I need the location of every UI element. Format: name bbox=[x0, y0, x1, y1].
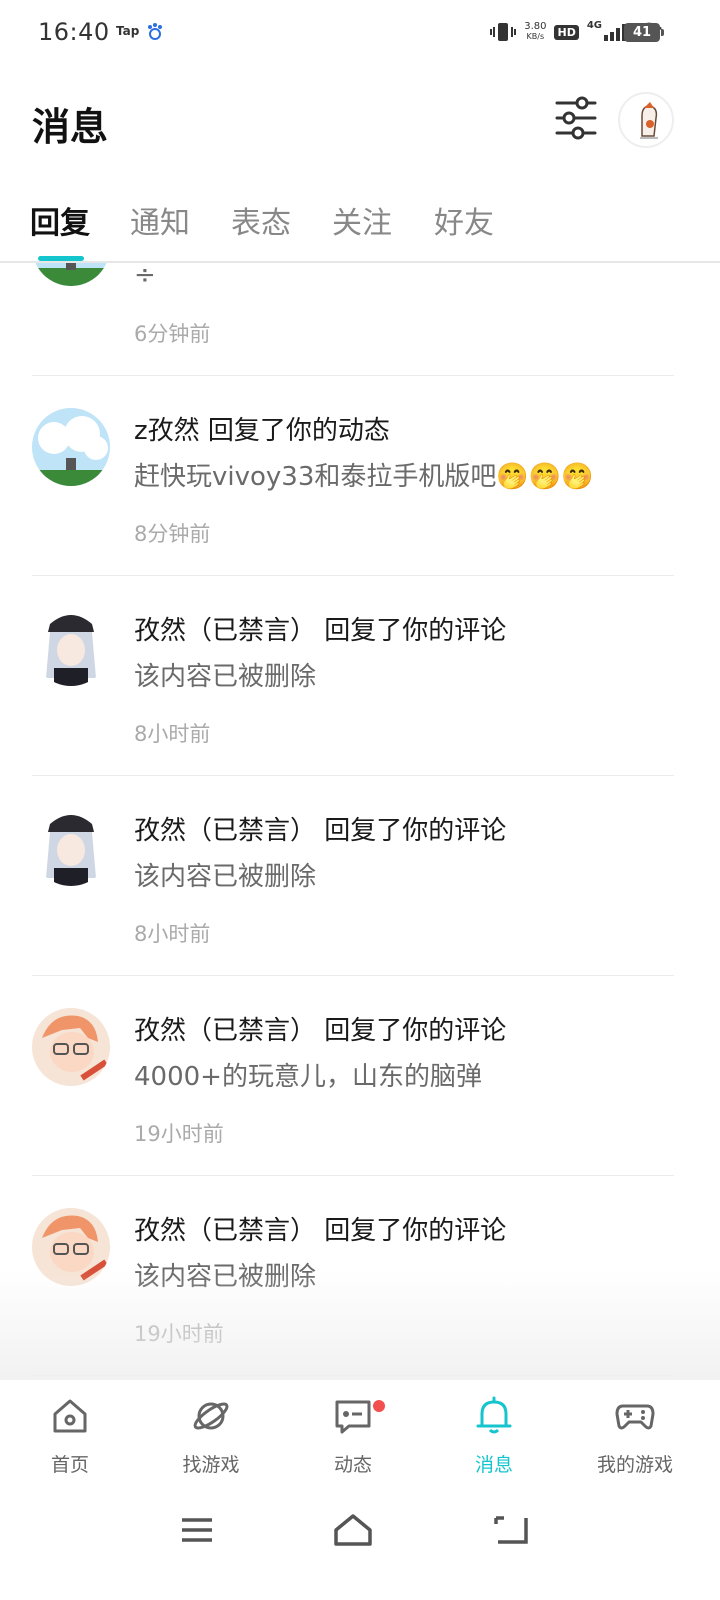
list-item[interactable]: 孜然（已禁言） 回复了你的评论 该内容已被删除 19小时前 bbox=[0, 1176, 720, 1376]
message-body: 该内容已被删除 bbox=[134, 862, 317, 892]
baidu-notification-icon bbox=[148, 23, 162, 40]
tab-follow[interactable]: 关注 bbox=[332, 198, 392, 242]
bottom-navigation: 首页 找游戏 动态 消息 我的游戏 bbox=[0, 1380, 720, 1490]
message-time: 8小时前 bbox=[134, 722, 211, 746]
list-item[interactable]: 孜然（已禁言） 回复了你的评论 4000+的玩意儿，山东的脑弹 19小时前 bbox=[0, 976, 720, 1176]
list-item[interactable]: 孜然（已禁言） 回复了你的评论 该内容已被删除 8小时前 bbox=[0, 576, 720, 776]
list-item[interactable]: 孜然（已禁言） 回复了你的评论 该内容已被删除 8小时前 bbox=[0, 776, 720, 976]
list-item[interactable]: z孜然 回复了你的动态 赶快玩vivoy33和泰拉手机版吧🤭🤭🤭 8分钟前 bbox=[0, 376, 720, 576]
home-icon bbox=[53, 1399, 87, 1433]
status-bar: 16:40 Tap 3.80 KB/s HD 4G 41 bbox=[0, 0, 720, 64]
chat-icon bbox=[335, 1400, 371, 1434]
message-body: 赶快玩vivoy33和泰拉手机版吧🤭🤭🤭 bbox=[134, 462, 594, 492]
message-title: 孜然（已禁言） 回复了你的评论 bbox=[134, 616, 507, 646]
tab-notification[interactable]: 通知 bbox=[130, 198, 190, 242]
avatar[interactable] bbox=[32, 808, 110, 886]
nav-messages[interactable]: 消息 bbox=[434, 1380, 554, 1490]
message-title: 孜然（已禁言） 回复了你的评论 bbox=[134, 816, 507, 846]
message-title: 孜然（已禁言） 回复了你的评论 bbox=[134, 1216, 507, 1246]
message-body: ÷ bbox=[134, 263, 156, 290]
tab-bar: 回复 通知 表态 关注 好友 bbox=[0, 190, 720, 262]
avatar[interactable] bbox=[32, 408, 110, 486]
status-time: 16:40 bbox=[38, 18, 110, 46]
message-time: 6分钟前 bbox=[134, 322, 211, 346]
message-time: 8小时前 bbox=[134, 922, 211, 946]
nav-feed[interactable]: 动态 bbox=[293, 1380, 413, 1490]
message-body: 4000+的玩意儿，山东的脑弹 bbox=[134, 1062, 482, 1092]
bell-icon bbox=[476, 1396, 512, 1434]
network-type: 4G bbox=[586, 19, 602, 31]
avatar[interactable] bbox=[32, 1208, 110, 1286]
avatar[interactable] bbox=[32, 263, 110, 286]
vibrate-icon bbox=[490, 23, 517, 41]
recent-apps-button[interactable] bbox=[172, 1510, 222, 1550]
message-body: 该内容已被删除 bbox=[134, 662, 317, 692]
back-button[interactable] bbox=[486, 1510, 536, 1550]
home-button[interactable] bbox=[328, 1510, 378, 1550]
page-title: 消息 bbox=[32, 105, 109, 149]
message-list[interactable]: ÷ 6分钟前 z孜然 回复了你的动态 赶快玩vivoy33和泰拉手机版吧🤭🤭🤭 … bbox=[0, 263, 720, 1380]
divider bbox=[32, 1375, 674, 1376]
battery-icon: 41 bbox=[624, 23, 664, 42]
list-item[interactable]: ÷ 6分钟前 bbox=[0, 263, 720, 376]
message-body: 该内容已被删除 bbox=[134, 1262, 317, 1292]
nav-find-games[interactable]: 找游戏 bbox=[151, 1380, 271, 1490]
tab-friends[interactable]: 好友 bbox=[434, 198, 494, 242]
notification-badge bbox=[371, 1398, 387, 1414]
avatar[interactable] bbox=[32, 1008, 110, 1086]
taptap-notification-icon: Tap bbox=[116, 24, 140, 38]
avatar[interactable] bbox=[32, 608, 110, 686]
user-avatar[interactable] bbox=[618, 92, 674, 148]
tab-reaction[interactable]: 表态 bbox=[231, 198, 291, 242]
nav-home[interactable]: 首页 bbox=[10, 1380, 130, 1490]
tab-reply[interactable]: 回复 bbox=[30, 198, 90, 242]
filter-settings-icon[interactable] bbox=[553, 96, 599, 140]
message-time: 19小时前 bbox=[134, 1122, 224, 1146]
nav-my-games[interactable]: 我的游戏 bbox=[575, 1380, 695, 1490]
planet-icon bbox=[193, 1402, 229, 1430]
message-time: 8分钟前 bbox=[134, 522, 211, 546]
gamepad-icon bbox=[615, 1404, 655, 1430]
system-navigation-bar bbox=[0, 1490, 720, 1600]
message-title: z孜然 回复了你的动态 bbox=[134, 416, 390, 446]
network-speed: 3.80 KB/s bbox=[524, 21, 547, 42]
message-time: 19小时前 bbox=[134, 1322, 224, 1346]
message-title: 孜然（已禁言） 回复了你的评论 bbox=[134, 1016, 507, 1046]
hd-icon: HD bbox=[554, 24, 579, 40]
